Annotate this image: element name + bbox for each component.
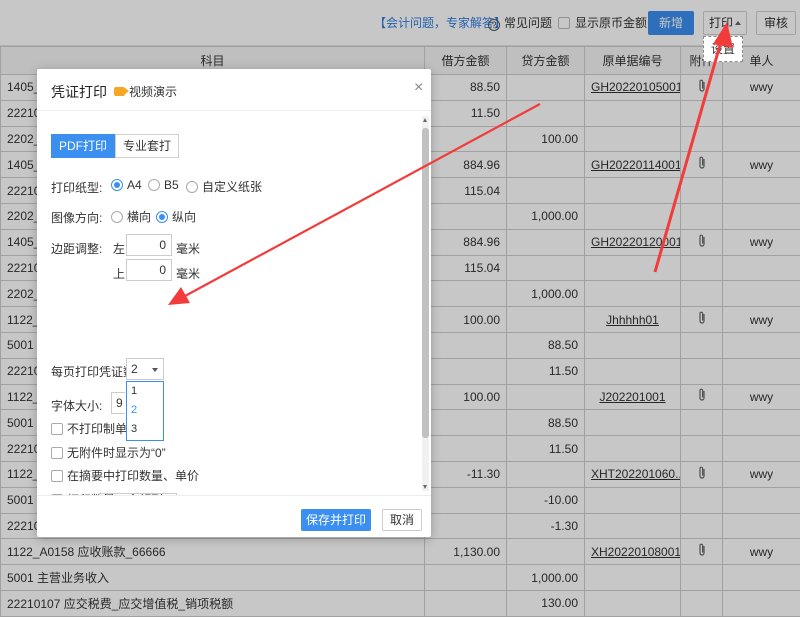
radio-label: 纵向 [172,210,197,224]
checkbox-option[interactable]: 无附件时显示为“0” [51,444,166,461]
cancel-button[interactable]: 取消 [382,509,422,531]
close-icon[interactable]: × [414,79,423,97]
radio-paper-custom[interactable]: 自定义纸张 [186,178,262,195]
margin-left-input[interactable]: 0 [126,234,172,256]
dropdown-option-3[interactable]: 3 [127,420,163,439]
checkbox-icon[interactable] [51,446,63,459]
radio-selected-icon [111,179,123,191]
video-demo-label: 视频演示 [129,85,178,99]
dropdown-option-2[interactable]: 2 [127,401,163,420]
scroll-down-icon[interactable] [423,485,427,489]
video-demo-link[interactable]: 视频演示 [114,83,177,100]
print-settings-menu-item[interactable]: 设置 [703,36,743,62]
margin-left-unit: 毫米 [176,242,201,256]
radio-portrait[interactable]: 纵向 [156,208,196,225]
font-size-input[interactable]: 9 [111,392,125,414]
video-camera-icon [114,87,129,96]
dialog-body[interactable]: PDF打印 专业套打 打印纸型: A4 B5 自定义纸张 图像方向: 横向 纵向… [37,112,431,495]
margin-top-unit: 毫米 [176,267,201,281]
scrollbar-thumb[interactable] [422,128,429,438]
radio-icon [148,179,160,191]
radio-label: B5 [164,178,179,192]
checkbox-label: 在摘要中打印数量、单价 [67,469,200,483]
dialog-footer: 保存并打印 取消 [37,495,431,537]
radio-paper-a4[interactable]: A4 [111,178,142,192]
dialog-title: 凭证打印 [51,84,107,100]
radio-selected-icon [156,211,168,223]
dropdown-option-1[interactable]: 1 [127,382,163,401]
radio-label: 横向 [127,210,152,224]
radio-label: A4 [127,178,142,192]
margin-top-input[interactable]: 0 [126,259,172,281]
voucher-print-dialog: 凭证打印 视频演示 × PDF打印 专业套打 打印纸型: A4 B5 自定义纸张… [37,69,431,537]
checkbox-label: 无附件时显示为“0” [67,445,166,460]
margin-label: 边距调整: [51,242,103,256]
vouchers-per-page-dropdown: 1 2 3 [126,381,164,441]
radio-landscape[interactable]: 横向 [111,208,151,225]
tab-professional-print[interactable]: 专业套打 [115,134,179,158]
dialog-header: 凭证打印 视频演示 × [37,69,431,111]
vouchers-per-page-select[interactable]: 2 [126,358,164,380]
tab-pdf-print[interactable]: PDF打印 [51,134,115,158]
checkbox-icon[interactable] [51,470,63,482]
margin-top-label: 上 [113,267,126,281]
radio-icon [111,211,123,223]
paper-type-label: 打印纸型: [51,181,103,195]
save-and-print-button[interactable]: 保存并打印 [301,509,371,531]
dialog-scrollbar[interactable] [422,116,429,491]
checkbox-icon[interactable] [51,423,63,435]
radio-paper-b5[interactable]: B5 [148,178,179,192]
vouchers-per-page-value: 2 [131,362,138,376]
radio-icon [186,181,198,193]
radio-label: 自定义纸张 [202,180,263,194]
checkbox-option[interactable]: 在摘要中打印数量、单价 [51,467,199,484]
scroll-up-icon[interactable] [423,118,427,122]
margin-left-label: 左 [113,242,126,256]
font-size-label: 字体大小: [51,399,103,413]
chevron-down-icon [152,368,158,372]
orientation-label: 图像方向: [51,211,103,225]
